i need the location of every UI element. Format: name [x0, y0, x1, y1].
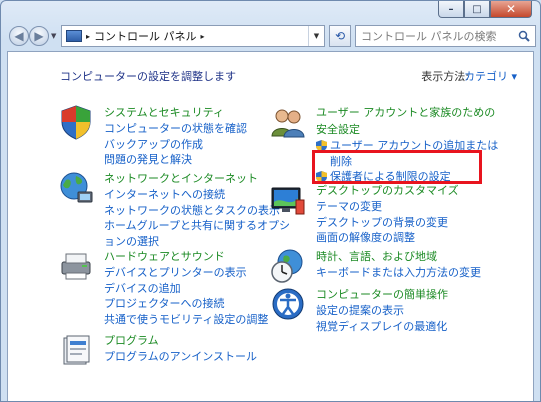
- ease-of-access-title[interactable]: コンピューターの簡単操作: [316, 286, 516, 303]
- user-accounts-title-cont[interactable]: 安全設定: [316, 121, 516, 138]
- user-accounts-icon[interactable]: [270, 104, 306, 140]
- address-bar[interactable]: ▸ コントロール パネル ▸ ▼: [61, 25, 325, 47]
- control-panel-window: – □ ✕ ◀ ▶ ▼ ▸ コントロール パネル ▸ ▼ ⟲ コントロール パネ…: [0, 0, 541, 402]
- back-arrow-icon: ◀: [14, 29, 24, 43]
- user-accounts-title[interactable]: ユーザー アカウントと家族のための: [316, 104, 516, 121]
- homegroup-sharing-link[interactable]: ホームグループと共有に関するオプシ: [104, 218, 304, 234]
- appearance-title[interactable]: デスクトップのカスタマイズ: [316, 182, 516, 199]
- recent-pages-dropdown[interactable]: ▼: [51, 32, 56, 40]
- address-dropdown[interactable]: ▼: [308, 26, 324, 46]
- change-keyboard-link[interactable]: キーボードまたは入力方法の変更: [316, 265, 516, 281]
- view-by-label: 表示方法:: [421, 70, 469, 83]
- close-button[interactable]: ✕: [490, 1, 532, 18]
- navigation-toolbar: ◀ ▶ ▼ ▸ コントロール パネル ▸ ▼ ⟲ コントロール パネルの検索: [7, 25, 536, 47]
- content-pane: コンピューターの設定を調整します 表示方法: カテゴリ ▾ システムとセキュリテ…: [7, 51, 534, 401]
- adjust-resolution-link[interactable]: 画面の解像度の調整: [316, 230, 516, 246]
- uninstall-program-link[interactable]: プログラムのアンインストール: [104, 349, 304, 365]
- clock-region-icon[interactable]: [270, 248, 306, 284]
- appearance-icon[interactable]: [270, 182, 306, 218]
- programs-title[interactable]: プログラム: [104, 332, 304, 349]
- search-input[interactable]: コントロール パネルの検索: [361, 28, 497, 44]
- network-internet-icon[interactable]: [58, 170, 94, 206]
- forward-button[interactable]: ▶: [29, 26, 49, 46]
- maximize-button[interactable]: □: [464, 1, 490, 18]
- control-panel-icon: [66, 30, 82, 42]
- hardware-sound-icon[interactable]: [58, 248, 94, 284]
- highlight-box: [312, 150, 482, 184]
- change-theme-link[interactable]: テーマの変更: [316, 199, 516, 215]
- address-separator[interactable]: ▸: [201, 32, 205, 41]
- ease-of-access-icon[interactable]: [270, 286, 306, 322]
- refresh-icon: ⟲: [334, 29, 346, 43]
- homegroup-sharing-link-cont[interactable]: ョンの選択: [104, 234, 304, 250]
- refresh-button[interactable]: ⟲: [329, 25, 351, 47]
- forward-arrow-icon: ▶: [34, 29, 44, 43]
- page-heading: コンピューターの設定を調整します: [60, 70, 236, 83]
- programs-icon[interactable]: [58, 332, 94, 368]
- minimize-button[interactable]: –: [438, 1, 464, 18]
- suggested-settings-link[interactable]: 設定の提案の表示: [316, 303, 516, 319]
- view-by-dropdown[interactable]: カテゴリ ▾: [464, 68, 517, 84]
- address-separator[interactable]: ▸: [86, 32, 90, 41]
- search-icon[interactable]: [518, 30, 530, 42]
- back-button[interactable]: ◀: [9, 26, 29, 46]
- optimize-display-link[interactable]: 視覚ディスプレイの最適化: [316, 319, 516, 335]
- change-background-link[interactable]: デスクトップの背景の変更: [316, 215, 516, 231]
- breadcrumb-control-panel[interactable]: コントロール パネル: [94, 28, 197, 44]
- clock-region-title[interactable]: 時計、言語、および地域: [316, 248, 516, 265]
- caption-buttons: – □ ✕: [438, 1, 532, 18]
- search-box[interactable]: コントロール パネルの検索: [355, 25, 536, 47]
- system-security-icon[interactable]: [58, 104, 94, 140]
- find-fix-problems-link[interactable]: 問題の発見と解決: [104, 152, 304, 168]
